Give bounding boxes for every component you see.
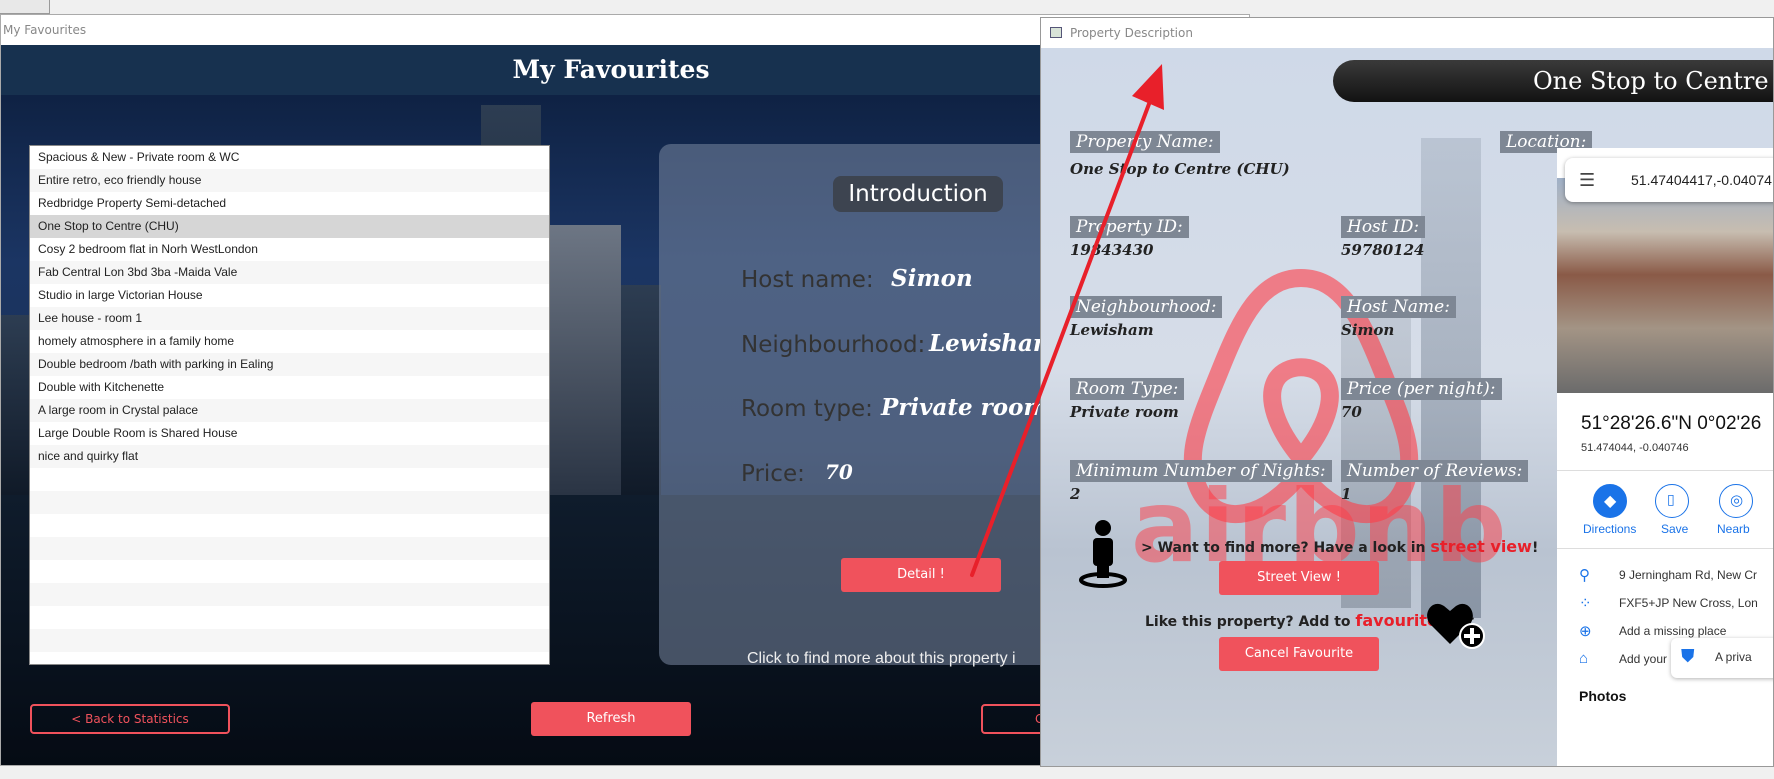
coords-dms: 51°28'26.6"N 0°02'26 <box>1581 413 1762 434</box>
introduction-title: Introduction <box>833 176 1003 212</box>
room-type-value: Private room <box>1070 403 1179 421</box>
host-name-value: Simon <box>1341 321 1395 339</box>
plus-code-text[interactable]: FXF5+JP New Cross, Lon <box>1619 596 1758 610</box>
add-place-icon: ⊕ <box>1579 623 1592 640</box>
price-per-night-label: Price (per night): <box>1341 378 1502 400</box>
page-title: My Favourites <box>512 55 710 84</box>
property-window-title: Property Description <box>1070 26 1193 40</box>
property-name-value: One Stop to Centre (CHU) <box>1070 160 1290 178</box>
add-missing-place[interactable]: Add a missing place <box>1619 624 1726 638</box>
list-item[interactable]: Double with Kitchenette <box>30 376 549 399</box>
empty-row <box>30 491 549 514</box>
list-item-selected[interactable]: One Stop to Centre (CHU) <box>30 215 549 238</box>
list-item[interactable]: Lee house - room 1 <box>30 307 549 330</box>
heart-add-icon[interactable] <box>1426 598 1488 650</box>
property-window-titlebar[interactable]: Property Description <box>1041 18 1773 48</box>
price-label: Price: <box>741 461 805 487</box>
property-content: One Stop to Centre ( airbnb Property Nam… <box>1041 48 1773 766</box>
host-name-label: Host name: <box>741 267 874 293</box>
nearby-label[interactable]: Nearb <box>1717 522 1750 536</box>
list-item[interactable]: nice and quirky flat <box>30 445 549 468</box>
neighbourhood-value: Lewisham <box>929 330 1058 357</box>
google-map-panel[interactable]: ☰ 51.47404417,-0.04074 51°28'26.6"N 0°02… <box>1557 148 1773 766</box>
empty-row <box>30 606 549 629</box>
photos-heading: Photos <box>1579 688 1627 704</box>
property-name-label: Property Name: <box>1070 131 1220 153</box>
add-business[interactable]: Add your b <box>1619 652 1677 666</box>
room-type-value: Private room <box>881 394 1048 421</box>
empty-row <box>30 468 549 491</box>
background-window-fragment <box>0 0 50 14</box>
host-id-value: 59780124 <box>1341 241 1425 259</box>
menu-icon[interactable]: ☰ <box>1579 170 1595 191</box>
detail-hint-text: Click to find more about this property i <box>747 650 1016 667</box>
list-item[interactable]: Entire retro, eco friendly house <box>30 169 549 192</box>
property-name-banner: One Stop to Centre ( <box>1333 60 1773 102</box>
nearby-icon[interactable]: ◎ <box>1719 484 1753 518</box>
min-nights-label: Minimum Number of Nights: <box>1070 460 1332 482</box>
neighbourhood-value: Lewisham <box>1070 321 1154 339</box>
save-label[interactable]: Save <box>1661 522 1688 536</box>
back-to-statistics-button[interactable]: < Back to Statistics <box>30 704 230 734</box>
room-type-label: Room Type: <box>1070 378 1185 400</box>
reviews-value: 1 <box>1341 485 1352 503</box>
host-id-label: Host ID: <box>1341 216 1426 238</box>
refresh-button[interactable]: Refresh <box>531 702 691 736</box>
reviews-label: Number of Reviews: <box>1341 460 1529 482</box>
street-view-person-icon <box>1079 520 1127 588</box>
divider <box>1557 470 1773 471</box>
property-id-value: 19843430 <box>1070 241 1154 259</box>
empty-row <box>30 514 549 537</box>
street-view-link[interactable]: street view <box>1430 537 1532 556</box>
plus-code-icon: ⁘ <box>1579 595 1592 612</box>
min-nights-value: 2 <box>1070 485 1081 503</box>
host-name-value: Simon <box>891 265 973 292</box>
location-pin-icon: ⚲ <box>1579 567 1590 584</box>
neighbourhood-label: Neighbourhood: <box>741 332 926 358</box>
property-id-label: Property ID: <box>1070 216 1189 238</box>
empty-row <box>30 583 549 606</box>
skyline-building <box>541 225 621 495</box>
shield-icon: ⛊ <box>1681 646 1695 667</box>
street-view-prompt: > Want to find more? Have a look in stre… <box>1141 537 1539 556</box>
window-icon <box>1050 27 1062 38</box>
street-view-button[interactable]: Street View ! <box>1219 561 1379 595</box>
list-item[interactable]: Large Double Room is Shared House <box>30 422 549 445</box>
address-text[interactable]: 9 Jerningham Rd, New Cr <box>1619 568 1757 582</box>
host-name-label: Host Name: <box>1341 296 1456 318</box>
map-search-value[interactable]: 51.47404417,-0.04074 <box>1631 172 1772 188</box>
map-search-box[interactable]: ☰ 51.47404417,-0.04074 <box>1565 158 1773 202</box>
list-item[interactable]: Double bedroom /bath with parking in Eal… <box>30 353 549 376</box>
list-item[interactable]: Studio in large Victorian House <box>30 284 549 307</box>
list-item[interactable]: homely atmosphere in a family home <box>30 330 549 353</box>
add-business-icon: ⌂ <box>1579 650 1589 667</box>
price-per-night-value: 70 <box>1341 403 1362 421</box>
empty-row <box>30 537 549 560</box>
empty-row <box>30 560 549 583</box>
skyline-building <box>621 285 661 495</box>
neighbourhood-label: Neighbourhood: <box>1070 296 1223 318</box>
list-item[interactable]: A large room in Crystal palace <box>30 399 549 422</box>
save-icon[interactable]: ▯ <box>1655 484 1689 518</box>
divider <box>1557 548 1773 549</box>
street-photo <box>1557 178 1773 393</box>
list-item[interactable]: Redbridge Property Semi-detached <box>30 192 549 215</box>
detail-button[interactable]: Detail ! <box>841 558 1001 592</box>
favourites-list[interactable]: Spacious & New - Private room & WC Entir… <box>29 145 550 665</box>
cancel-favourite-button[interactable]: Cancel Favourite <box>1219 637 1379 671</box>
coords-decimal: 51.474044, -0.040746 <box>1581 442 1689 454</box>
list-item[interactable]: Spacious & New - Private room & WC <box>30 146 549 169</box>
directions-label[interactable]: Directions <box>1583 522 1636 536</box>
property-description-window: Property Description One Stop to Centre … <box>1040 17 1774 767</box>
list-item[interactable]: Fab Central Lon 3bd 3ba -Maida Vale <box>30 261 549 284</box>
room-type-label: Room type: <box>741 396 873 422</box>
directions-icon[interactable]: ◆ <box>1593 484 1627 518</box>
privacy-badge[interactable]: ⛊ A priva <box>1671 638 1773 678</box>
list-item[interactable]: Cosy 2 bedroom flat in Norh WestLondon <box>30 238 549 261</box>
empty-row <box>30 629 549 652</box>
price-value: 70 <box>825 460 853 484</box>
